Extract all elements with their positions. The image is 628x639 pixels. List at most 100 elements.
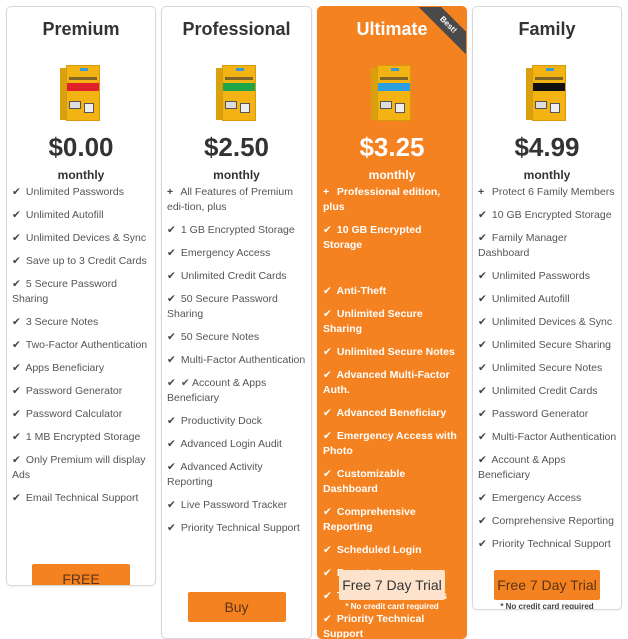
feature-item: ✔ Comprehensive Reporting: [478, 514, 617, 529]
product-box-image: [526, 63, 568, 121]
feature-item: ✔ Priority Technical Support: [167, 521, 307, 536]
free-button[interactable]: FREE: [32, 564, 130, 585]
check-icon: ✔: [12, 408, 21, 420]
product-box-image: [215, 63, 258, 121]
check-icon: ✔: [12, 186, 21, 198]
feature-item: ✔ Password Calculator: [12, 407, 151, 422]
feature-text: Unlimited Devices & Sync: [25, 232, 147, 244]
check-icon: ✔: [167, 354, 176, 366]
feature-item: ✔ Apps Beneficiary: [12, 361, 151, 376]
feature-item: ✔ Family Manager Dashboard: [478, 231, 617, 261]
plan-price: $2.50: [203, 132, 270, 162]
feature-text: Multi-Factor Authentication: [491, 431, 617, 443]
check-icon: ✔: [12, 278, 21, 290]
box-band: [533, 83, 565, 91]
check-icon: ✔: [167, 522, 176, 534]
feature-text: Emergency Access with Photo: [323, 430, 457, 457]
check-icon: ✔: [167, 438, 176, 450]
feature-text: Productivity Dock: [180, 415, 263, 427]
feature-item: ✔ Emergency Access: [478, 491, 617, 506]
plan-card-family: Family $4.99 monthly + Protect 6 Family …: [472, 6, 622, 610]
check-icon: ✔: [323, 346, 332, 358]
feature-item: ✔ 50 Secure Notes: [167, 330, 307, 345]
feature-text: Priority Technical Support: [180, 522, 300, 534]
check-icon: ✔: [167, 499, 176, 511]
feature-item: ✔ 3 Secure Notes: [12, 315, 151, 330]
feature-item: ✔ Multi-Factor Authentication: [478, 430, 617, 445]
plan-price: $0.00: [48, 132, 114, 162]
check-icon: ✔: [323, 308, 332, 320]
feature-text: 10 GB Encrypted Storage: [323, 224, 422, 251]
check-icon: ✔: [478, 293, 487, 305]
check-icon: ✔: [478, 270, 487, 282]
check-icon: ✔: [478, 408, 487, 420]
feature-item: ✔ Live Password Tracker: [167, 498, 307, 513]
feature-item: ✔ Unlimited Devices & Sync: [478, 315, 617, 330]
check-icon: ✔: [323, 407, 332, 419]
check-icon: ✔: [167, 415, 176, 427]
check-icon: ✔: [478, 385, 487, 397]
feature-item: ✔ Advanced Multi-Factor Auth.: [323, 368, 462, 398]
check-icon: ✔: [323, 430, 332, 442]
feature-text: All Features of Premium edi-tion, plus: [167, 186, 293, 213]
plan-title: Family: [518, 19, 576, 39]
feature-item: ✔ Priority Technical Support: [323, 612, 462, 638]
no-credit-card-note: * No credit card required: [500, 602, 594, 610]
free-trial-button[interactable]: Free 7 Day Trial: [339, 570, 445, 600]
check-icon: ✔: [323, 544, 332, 556]
feature-text: Emergency Access: [180, 247, 271, 259]
feature-item: ✔ Anti-Theft: [323, 284, 462, 299]
feature-text: 3 Secure Notes: [25, 316, 99, 328]
plan-period: monthly: [368, 168, 416, 182]
check-icon: ✔: [12, 362, 21, 374]
feature-item: ✔ 1 GB Encrypted Storage: [167, 223, 307, 238]
feature-text: Two-Factor Authentication: [25, 339, 148, 351]
feature-text: 10 GB Encrypted Storage: [491, 209, 612, 221]
feature-item: ✔ Comprehensive Reporting: [323, 505, 462, 535]
check-icon: ✔: [323, 506, 332, 518]
feature-item: + All Features of Premium edi-tion, plus: [167, 185, 307, 215]
box-band: [378, 83, 410, 91]
check-icon: ✔: [323, 369, 332, 381]
feature-item: ✔ Unlimited Secure Sharing: [478, 338, 617, 353]
feature-text: Unlimited Passwords: [25, 186, 124, 198]
check-icon: ✔: [12, 492, 21, 504]
feature-item: ✔ Unlimited Passwords: [478, 269, 617, 284]
feature-text: 1 GB Encrypted Storage: [180, 224, 295, 236]
check-icon: ✔: [478, 209, 487, 221]
feature-text: Unlimited Secure Notes: [336, 346, 455, 358]
feature-text: Save up to 3 Credit Cards: [25, 255, 147, 267]
feature-item: ✔ Unlimited Autofill: [478, 292, 617, 307]
feature-text: Email Technical Support: [25, 492, 139, 504]
feature-text: Professional edition, plus: [323, 186, 441, 213]
check-icon: ✔: [167, 224, 176, 236]
feature-item: ✔ Advanced Beneficiary: [323, 406, 462, 421]
check-icon: ✔: [167, 293, 176, 305]
feature-text: Password Generator: [491, 408, 589, 420]
feature-text: Only Premium will display Ads: [12, 454, 146, 481]
feature-item: ✔ Advanced Login Audit: [167, 437, 307, 452]
feature-text: Priority Technical Support: [491, 538, 611, 550]
feature-item: ✔ ✔ Account & Apps Beneficiary: [167, 376, 307, 406]
free-trial-button[interactable]: Free 7 Day Trial: [494, 570, 600, 600]
feature-item: ✔ Unlimited Devices & Sync: [12, 231, 151, 246]
check-icon: ✔: [323, 224, 332, 236]
feature-item: ✔ Customizable Dashboard: [323, 467, 462, 497]
feature-text: Advanced Multi-Factor Auth.: [323, 369, 450, 396]
feature-text: Anti-Theft: [336, 285, 387, 297]
feature-item: ✔ 10 GB Encrypted Storage: [323, 223, 462, 253]
plan-card-premium: Premium $0.00 monthly ✔ Unlimited Passwo…: [6, 6, 156, 586]
check-icon: ✔: [323, 468, 332, 480]
feature-item: ✔ Unlimited Credit Cards: [478, 384, 617, 399]
buy-button[interactable]: Buy: [187, 592, 286, 622]
feature-list: ✔ Unlimited Passwords ✔ Unlimited Autofil…: [7, 185, 155, 506]
product-box-image: [371, 63, 413, 121]
feature-text: Unlimited Devices & Sync: [491, 316, 613, 328]
feature-text: Comprehensive Reporting: [323, 506, 416, 533]
feature-item: ✔ Email Technical Support: [12, 491, 151, 506]
check-icon: ✔: [12, 385, 21, 397]
check-icon: ✔: [167, 247, 176, 259]
product-box-image: [60, 63, 102, 121]
check-icon: ✔: [478, 515, 487, 527]
check-icon: ✔: [323, 613, 332, 625]
